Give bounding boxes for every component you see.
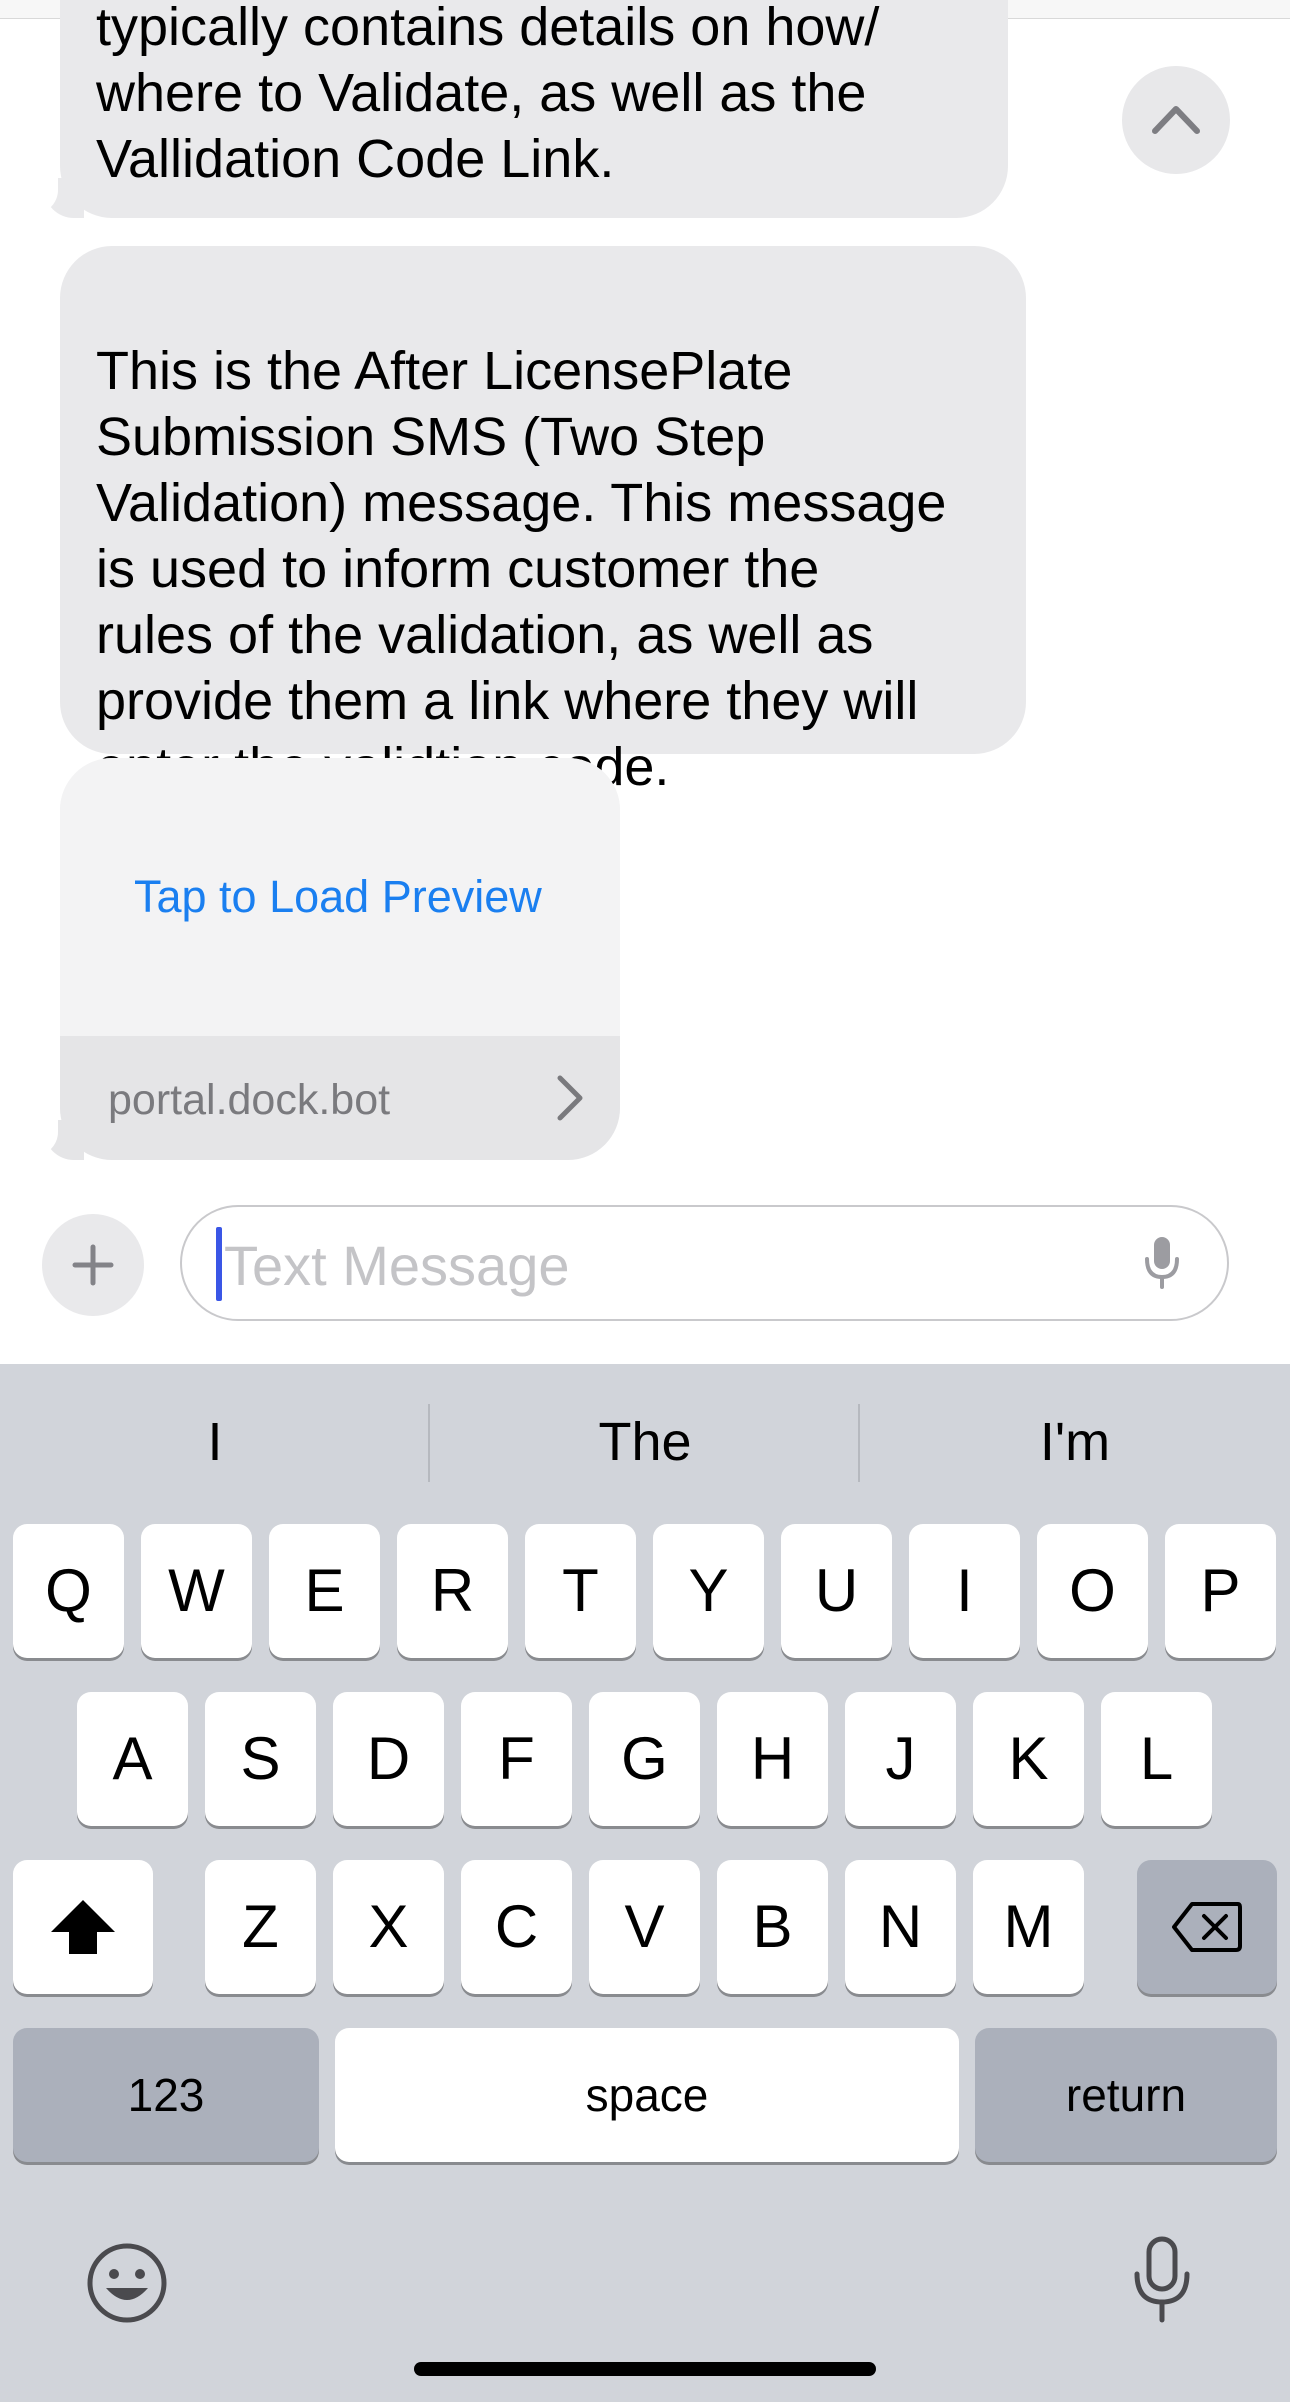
key-i[interactable]: I [909,1524,1020,1658]
key-f[interactable]: F [461,1692,572,1826]
key-a[interactable]: A [77,1692,188,1826]
key-t[interactable]: T [525,1524,636,1658]
key-o[interactable]: O [1037,1524,1148,1658]
key-j[interactable]: J [845,1692,956,1826]
key-w[interactable]: W [141,1524,252,1658]
key-x[interactable]: X [333,1860,444,1994]
key-b[interactable]: B [717,1860,828,1994]
home-indicator[interactable] [414,2362,876,2376]
microphone-icon[interactable] [1142,1235,1182,1291]
suggestion-2[interactable]: The [430,1364,860,1514]
link-footer[interactable]: portal.dock.bot [60,1036,620,1160]
key-g[interactable]: G [589,1692,700,1826]
bubble-tail [24,1116,84,1160]
chevron-right-icon [557,1075,583,1121]
shift-icon [51,1900,115,1954]
delete-icon [1172,1902,1242,1952]
bubble-tail [24,174,84,218]
key-h[interactable]: H [717,1692,828,1826]
key-y[interactable]: Y [653,1524,764,1658]
add-attachment-button[interactable] [42,1214,144,1316]
plus-icon [72,1244,114,1286]
suggestion-1[interactable]: I [0,1364,430,1514]
delete-key[interactable] [1137,1860,1277,1994]
keyboard: I The I'm Q W E R T Y U I O P A S D F G … [0,1364,1290,2402]
key-u[interactable]: U [781,1524,892,1658]
scroll-up-button[interactable] [1122,66,1230,174]
message-text: typically contains details on how/ where… [96,0,880,189]
key-s[interactable]: S [205,1692,316,1826]
link-domain: portal.dock.bot [108,1076,391,1124]
chevron-up-icon [1152,106,1200,134]
key-m[interactable]: M [973,1860,1084,1994]
space-key[interactable]: space [335,2028,959,2162]
shift-key[interactable] [13,1860,153,1994]
key-v[interactable]: V [589,1860,700,1994]
message-input[interactable]: Text Message [180,1205,1229,1321]
message-placeholder: Text Message [224,1234,570,1297]
key-q[interactable]: Q [13,1524,124,1658]
suggestion-3[interactable]: I'm [860,1364,1290,1514]
message-text: This is the After LicensePlate Submissio… [96,341,947,797]
microphone-icon[interactable] [1132,2236,1192,2324]
emoji-icon[interactable] [86,2242,168,2324]
message-bubble: This is the After LicensePlate Submissio… [60,246,1026,797]
key-p[interactable]: P [1165,1524,1276,1658]
key-r[interactable]: R [397,1524,508,1658]
load-preview-link[interactable]: Tap to Load Preview [134,871,542,923]
text-caret [216,1227,222,1301]
key-e[interactable]: E [269,1524,380,1658]
message-bubble: typically contains details on how/ where… [60,0,1008,218]
key-c[interactable]: C [461,1860,572,1994]
key-l[interactable]: L [1101,1692,1212,1826]
link-preview-card[interactable]: Tap to Load Preview portal.dock.bot [60,758,620,1160]
key-z[interactable]: Z [205,1860,316,1994]
key-k[interactable]: K [973,1692,1084,1826]
numbers-key[interactable]: 123 [13,2028,319,2162]
key-d[interactable]: D [333,1692,444,1826]
key-n[interactable]: N [845,1860,956,1994]
link-preview-area[interactable]: Tap to Load Preview [60,758,620,1036]
return-key[interactable]: return [975,2028,1277,2162]
